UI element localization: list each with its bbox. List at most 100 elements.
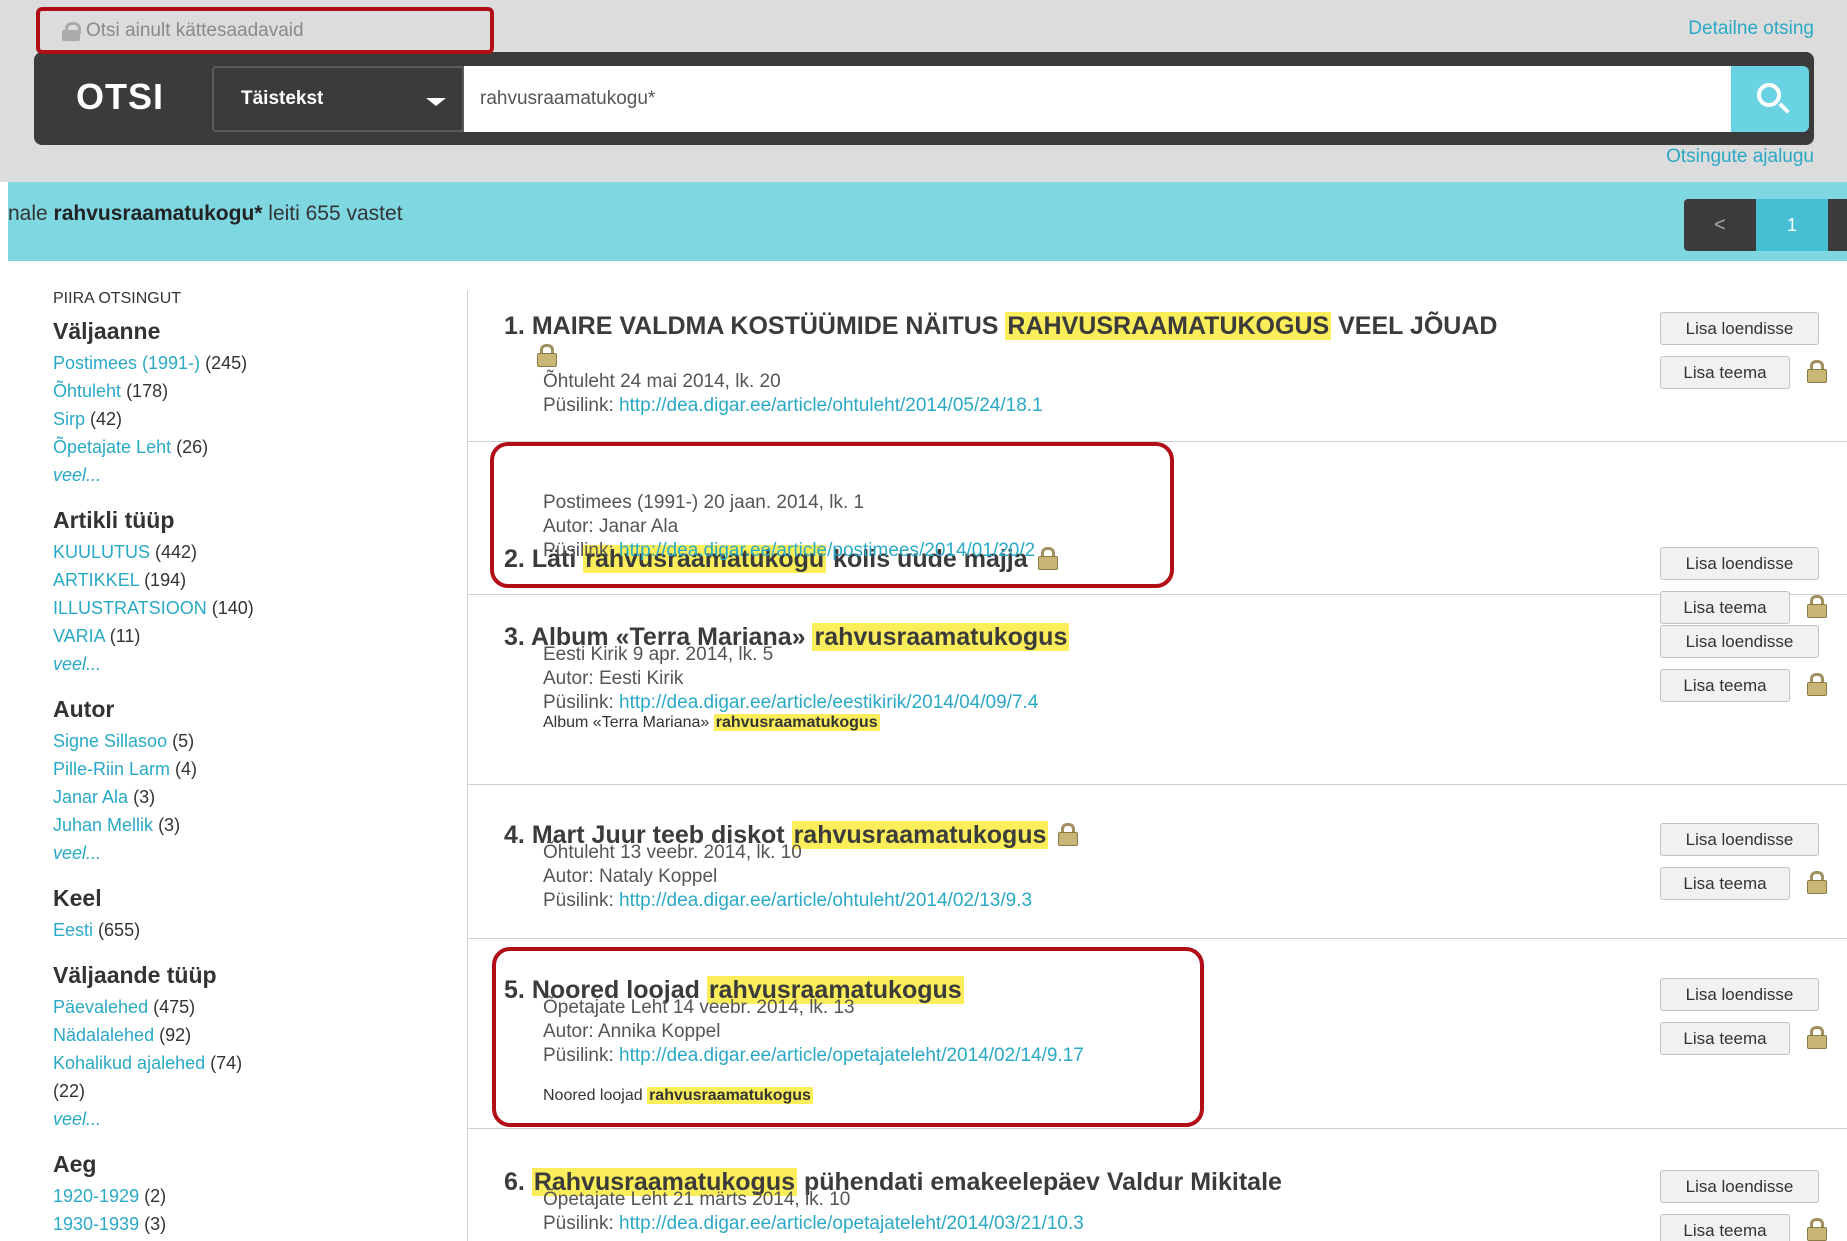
facet-heading: Aeg [53,1151,97,1177]
search-input[interactable] [464,66,1731,132]
facet-item-label[interactable]: Postimees (1991-) [53,353,200,373]
facet-item-label[interactable]: 1930-1939 [53,1214,139,1234]
permalink-link[interactable]: http://dea.digar.ee/article/postimees/20… [619,540,1035,561]
add-to-list-button[interactable]: Lisa loendisse [1660,625,1819,658]
facet-item-label[interactable]: VARIA [53,626,105,646]
add-to-list-button[interactable]: Lisa loendisse [1660,978,1819,1011]
facet-item-count: (11) [109,626,141,646]
facet-item-label[interactable]: Pille-Riin Larm [53,759,170,779]
lock-icon [1805,871,1827,894]
facet-item[interactable]: Eesti (655) [53,916,453,944]
facet-item[interactable]: ILLUSTRATSIOON (140) [53,594,453,622]
facet-item-label[interactable]: Signe Sillasoo [53,731,167,751]
facet-item-label[interactable]: Sirp [53,409,85,429]
permalink-link[interactable]: http://dea.digar.ee/article/eestikirik/2… [619,692,1038,713]
facet-item-label[interactable]: Päevalehed [53,997,148,1017]
facet-item-label[interactable]: Eesti [53,920,93,940]
result-permalink-row: Püsilink: http://dea.digar.ee/article/oh… [543,889,1032,913]
permalink-link[interactable]: http://dea.digar.ee/article/opetajateleh… [619,1213,1084,1234]
facet-item[interactable]: Kohalikud ajalehed (74) [53,1049,453,1077]
permalink-link[interactable]: http://dea.digar.ee/article/opetajateleh… [619,1045,1084,1066]
result-meta: Õpetajate Leht 14 veebr. 2014, lk. 13 Aut… [543,996,1084,1068]
facet-item-label[interactable]: Janar Ala [53,787,128,807]
facet-item-label[interactable]: Õpetajate Leht [53,437,171,457]
facet-heading: Keel [53,885,102,911]
add-topic-button[interactable]: Lisa teema [1660,1022,1790,1055]
filter-sidebar: PIIRA OTSINGUT Väljaanne Postimees (1991-… [53,290,453,1241]
search-bar: OTSI Täistekst [34,52,1814,145]
facet-item-count: (22) [53,1081,86,1101]
result-author: Autor: Eesti Kirik [543,668,684,689]
result-number: 4. [504,821,525,849]
facet-item[interactable]: Õpetajate Leht (26) [53,433,453,461]
facet-item[interactable]: Nädalalehed (92) [53,1021,453,1049]
facet-item-label[interactable]: Kohalikud ajalehed [53,1053,205,1073]
facet-item[interactable]: Õhtuleht (178) [53,377,453,405]
only-available-toggle[interactable]: Otsi ainult kättesaadavaid [62,20,304,42]
result-title-text[interactable]: MAIRE VALDMA KOSTÜÜMIDE NÄITUS [532,312,1006,340]
add-topic-button[interactable]: Lisa teema [1660,1214,1790,1241]
result-source: Postimees (1991-) 20 jaan. 2014, lk. 1 [543,492,865,513]
facet-item-label[interactable]: KUULUTUS [53,542,150,562]
facet-item[interactable]: (22) [53,1077,453,1105]
detailed-search-link[interactable]: Detailne otsing [1688,18,1814,40]
result-snippet: Album «Terra Mariana» rahvusraamatukogus [543,714,880,732]
pager-prev-button[interactable]: < [1684,199,1756,251]
search-button[interactable] [1731,66,1809,132]
facet-item-label[interactable]: ARTIKKEL [53,570,139,590]
facet-item[interactable]: Janar Ala (3) [53,783,453,811]
permalink-link[interactable]: http://dea.digar.ee/article/ohtuleht/201… [619,890,1032,911]
facet-item[interactable]: 1920-1929 (2) [53,1182,453,1210]
facet-item-label[interactable]: 1920-1929 [53,1186,139,1206]
result-item: 2. Läti rahvusraamatukogu kolis uude maj… [468,442,1847,624]
facet-item[interactable]: ARTIKKEL (194) [53,566,453,594]
result-source: Õhtuleht 13 veebr. 2014, lk. 10 [543,842,802,863]
facet-item-label[interactable]: ILLUSTRATSIOON [53,598,207,618]
facet-item-count: (245) [205,353,248,373]
permalink-link[interactable]: http://dea.digar.ee/article/ohtuleht/201… [619,395,1043,416]
facet-item[interactable]: VARIA (11) [53,622,453,650]
permalink-label: Püsilink: [543,1213,614,1234]
facet-item[interactable]: Pille-Riin Larm (4) [53,755,453,783]
result-title[interactable]: 1. MAIRE VALDMA KOSTÜÜMIDE NÄITUS RAHVUS… [504,312,1497,341]
pager-next-button[interactable] [1828,199,1847,251]
add-topic-button[interactable]: Lisa teema [1660,669,1790,702]
facet-item[interactable]: KUULUTUS (442) [53,538,453,566]
facet-item-count: (140) [211,598,254,618]
lock-icon [1805,1218,1827,1241]
lock-icon [1056,823,1079,846]
add-to-list-button[interactable]: Lisa loendisse [1660,1170,1819,1203]
result-meta: Õhtuleht 24 mai 2014, lk. 20 Püsilink: ht… [543,370,1043,418]
facet-item[interactable]: Sirp (42) [53,405,453,433]
facet-more-link[interactable]: veel... [53,1105,453,1133]
result-title-highlight[interactable]: RAHVUSRAAMATUKOGUS [1005,312,1332,340]
facet-item[interactable]: Postimees (1991-) (245) [53,349,453,377]
facet-group: Väljaande tüüp Päevalehed (475) Nädalalehe… [53,962,453,1133]
results-summary: nale rahvusraamatukogu* leiti 655 vastet [8,202,403,225]
add-topic-button[interactable]: Lisa teema [1660,867,1790,900]
facet-more-link[interactable]: veel... [53,650,453,678]
pager-page-1[interactable]: 1 [1756,199,1828,251]
result-title-text[interactable]: VEEL JÕUAD [1331,312,1497,340]
facet-more-link[interactable]: veel... [53,839,453,867]
facet-item[interactable]: Signe Sillasoo (5) [53,727,453,755]
facet-item-label[interactable]: Nädalalehed [53,1025,154,1045]
facet-item-label[interactable]: Juhan Mellik [53,815,153,835]
add-to-list-button[interactable]: Lisa loendisse [1660,312,1819,345]
facet-item-count: (3) [133,787,156,807]
search-history-link[interactable]: Otsingute ajalugu [1666,146,1814,168]
facet-item-count: (4) [175,759,198,779]
add-to-list-button[interactable]: Lisa loendisse [1660,823,1819,856]
facet-item[interactable]: Päevalehed (475) [53,993,453,1021]
result-item: 5. Noored loojad rahvusraamatukogus Õpeta… [468,939,1847,1129]
result-permalink-row: Püsilink: http://dea.digar.ee/article/op… [543,1044,1084,1068]
facet-item[interactable]: Juhan Mellik (3) [53,811,453,839]
add-to-list-button[interactable]: Lisa loendisse [1660,547,1819,580]
result-number: 5. [504,976,525,1004]
facet-item-label[interactable]: Õhtuleht [53,381,121,401]
search-type-select[interactable]: Täistekst [212,66,464,132]
add-topic-button[interactable]: Lisa teema [1660,356,1790,389]
facet-item[interactable]: 1930-1939 (3) [53,1210,453,1238]
facet-more-link[interactable]: veel... [53,461,453,489]
results-list: 1. MAIRE VALDMA KOSTÜÜMIDE NÄITUS RAHVUS… [468,290,1847,1241]
